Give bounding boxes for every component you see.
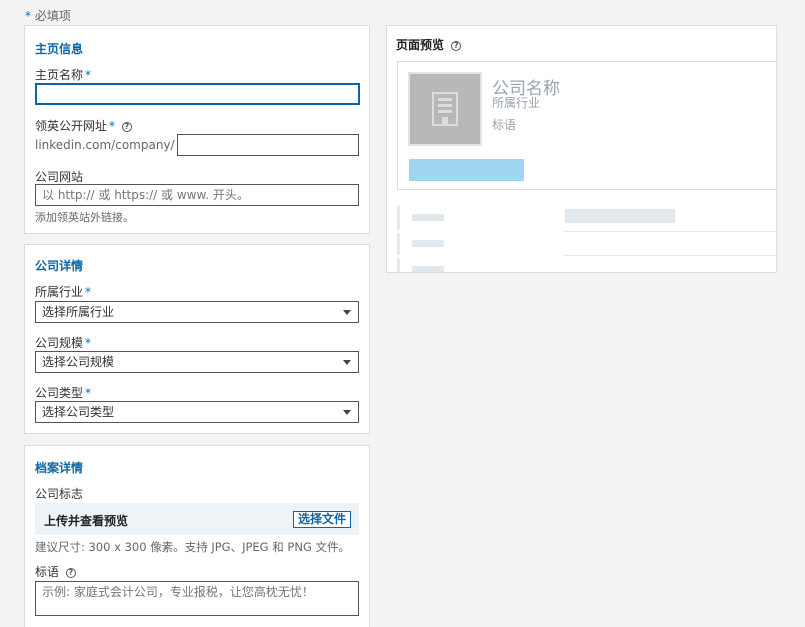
preview-tagline: 标语	[492, 118, 517, 132]
required-star: *	[109, 119, 116, 133]
required-note: * 必填项	[25, 7, 71, 24]
required-star: *	[85, 68, 92, 82]
skeleton-line	[565, 209, 675, 223]
company-details-title: 公司详情	[35, 259, 84, 273]
skeleton-tile	[397, 233, 549, 255]
choose-file-button[interactable]: 选择文件	[292, 511, 351, 528]
page-info-card: 主页信息 主页名称 * 领英公开网址 * ? linkedin.com/compan…	[24, 25, 370, 234]
logo-placeholder	[408, 72, 482, 146]
chevron-down-icon	[343, 310, 351, 315]
page-name-input[interactable]	[35, 83, 360, 105]
preview-industry: 所属行业	[492, 96, 541, 110]
industry-select-value: 选择所属行业	[42, 305, 115, 319]
profile-details-title: 档案详情	[35, 461, 84, 475]
required-star: *	[85, 285, 92, 299]
required-note-text: 必填项	[34, 9, 71, 23]
page-name-label-text: 主页名称	[35, 68, 84, 82]
skeleton-tile	[397, 258, 549, 272]
skeleton-divider	[563, 255, 776, 256]
required-star: *	[85, 336, 92, 350]
upload-label: 上传并查看预览	[44, 514, 129, 528]
company-size-label-text: 公司规模	[35, 336, 84, 350]
skeleton-line	[412, 214, 444, 221]
website-hint: 添加领英站外链接。	[35, 211, 134, 224]
help-circle-icon[interactable]: ?	[65, 567, 76, 578]
company-size-select-value: 选择公司规模	[42, 355, 115, 369]
help-circle-icon[interactable]: ?	[451, 40, 462, 51]
preview-title-text: 页面预览	[396, 38, 445, 52]
required-star: *	[25, 9, 31, 23]
preview-follow-button	[409, 159, 524, 181]
required-star: *	[85, 386, 92, 400]
company-type-select-value: 选择公司类型	[42, 405, 115, 419]
preview-card: 公司名称 所属行业 标语	[397, 61, 776, 190]
industry-label: 所属行业 *	[35, 283, 91, 300]
tagline-input[interactable]	[35, 581, 359, 616]
company-size-label: 公司规模 *	[35, 334, 91, 351]
company-type-select[interactable]: 选择公司类型	[35, 401, 359, 423]
tagline-label: 标语 ?	[35, 563, 76, 580]
page-info-title: 主页信息	[35, 42, 84, 56]
building-icon	[432, 92, 458, 126]
preview-title: 页面预览 ?	[396, 36, 462, 53]
industry-label-text: 所属行业	[35, 285, 84, 299]
skeleton-tile	[397, 206, 549, 230]
skeleton-line	[412, 240, 444, 247]
tagline-label-text: 标语	[35, 565, 60, 579]
company-type-label: 公司类型 *	[35, 384, 91, 401]
profile-details-card: 档案详情 公司标志 上传并查看预览 选择文件 建议尺寸: 300 x 300 像…	[24, 445, 370, 627]
logo-label: 公司标志	[35, 487, 84, 501]
logo-hint: 建议尺寸: 300 x 300 像素。支持 JPG、JPEG 和 PNG 文件。	[35, 540, 351, 554]
page-name-label: 主页名称 *	[35, 66, 91, 83]
website-label: 公司网站	[35, 170, 84, 184]
chevron-down-icon	[343, 360, 351, 365]
chevron-down-icon	[343, 410, 351, 415]
company-size-select[interactable]: 选择公司规模	[35, 351, 359, 373]
public-url-label-text: 领英公开网址	[35, 119, 108, 133]
company-details-card: 公司详情 所属行业 * 选择所属行业 公司规模 * 选择公司规模 公司类型 * 选择公…	[24, 244, 370, 434]
skeleton-divider	[563, 231, 776, 232]
website-input[interactable]	[35, 184, 359, 206]
company-type-label-text: 公司类型	[35, 386, 84, 400]
url-prefix: linkedin.com/company/	[35, 138, 175, 152]
help-circle-icon[interactable]: ?	[121, 121, 132, 132]
logo-upload-box[interactable]: 上传并查看预览 选择文件	[35, 503, 359, 535]
industry-select[interactable]: 选择所属行业	[35, 301, 359, 323]
page-preview-panel: 页面预览 ? 公司名称 所属行业 标语	[386, 25, 777, 273]
public-url-input[interactable]	[177, 134, 359, 156]
skeleton-line	[412, 266, 444, 272]
public-url-label: 领英公开网址 * ?	[35, 117, 132, 134]
